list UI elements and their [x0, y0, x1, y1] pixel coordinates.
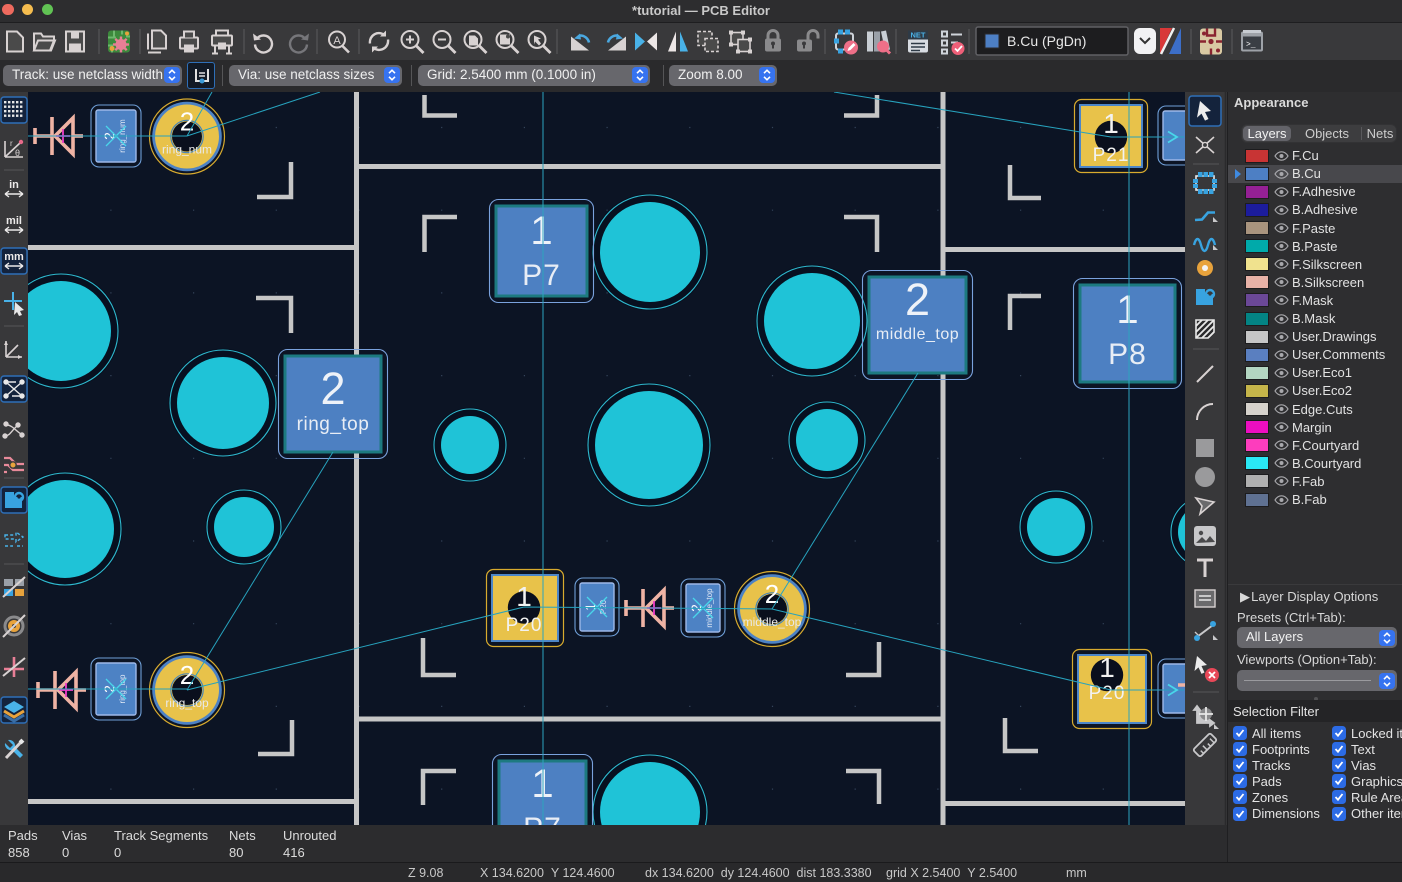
svg-text:middle_top: middle_top — [743, 615, 802, 629]
svg-text:2: 2 — [765, 579, 779, 609]
svg-text:P7: P7 — [522, 259, 561, 292]
svg-text:P21: P21 — [1093, 145, 1130, 166]
svg-text:1: 1 — [1116, 288, 1138, 332]
svg-text:θ: θ — [15, 148, 20, 158]
svg-text:2: 2 — [180, 107, 194, 137]
svg-text:middle_top: middle_top — [876, 326, 959, 343]
svg-text:2: 2 — [320, 363, 345, 414]
svg-text:mm: mm — [4, 251, 24, 263]
svg-text:mil: mil — [6, 215, 22, 227]
svg-text:ring_top: ring_top — [165, 696, 209, 710]
svg-text:P8: P8 — [1108, 338, 1147, 371]
svg-text:r: r — [10, 139, 13, 148]
svg-text:1: 1 — [582, 603, 598, 611]
svg-text:NET: NET — [911, 31, 926, 40]
svg-text:P20: P20 — [506, 615, 543, 636]
svg-text:ring_top: ring_top — [297, 414, 370, 435]
svg-text:ring_num: ring_num — [162, 143, 212, 157]
svg-text:in: in — [9, 179, 19, 191]
svg-text:1: 1 — [1103, 108, 1119, 139]
svg-text:B.Cu (PgDn): B.Cu (PgDn) — [1007, 33, 1086, 49]
svg-text:1: 1 — [530, 209, 552, 253]
svg-text:2: 2 — [180, 660, 194, 690]
svg-text:1: 1 — [1099, 652, 1115, 683]
svg-text:>_: >_ — [1246, 41, 1256, 50]
svg-text:middle_top: middle_top — [705, 588, 714, 628]
svg-text:2: 2 — [905, 274, 930, 325]
svg-text:A: A — [333, 35, 341, 47]
svg-text:P20: P20 — [599, 599, 608, 614]
